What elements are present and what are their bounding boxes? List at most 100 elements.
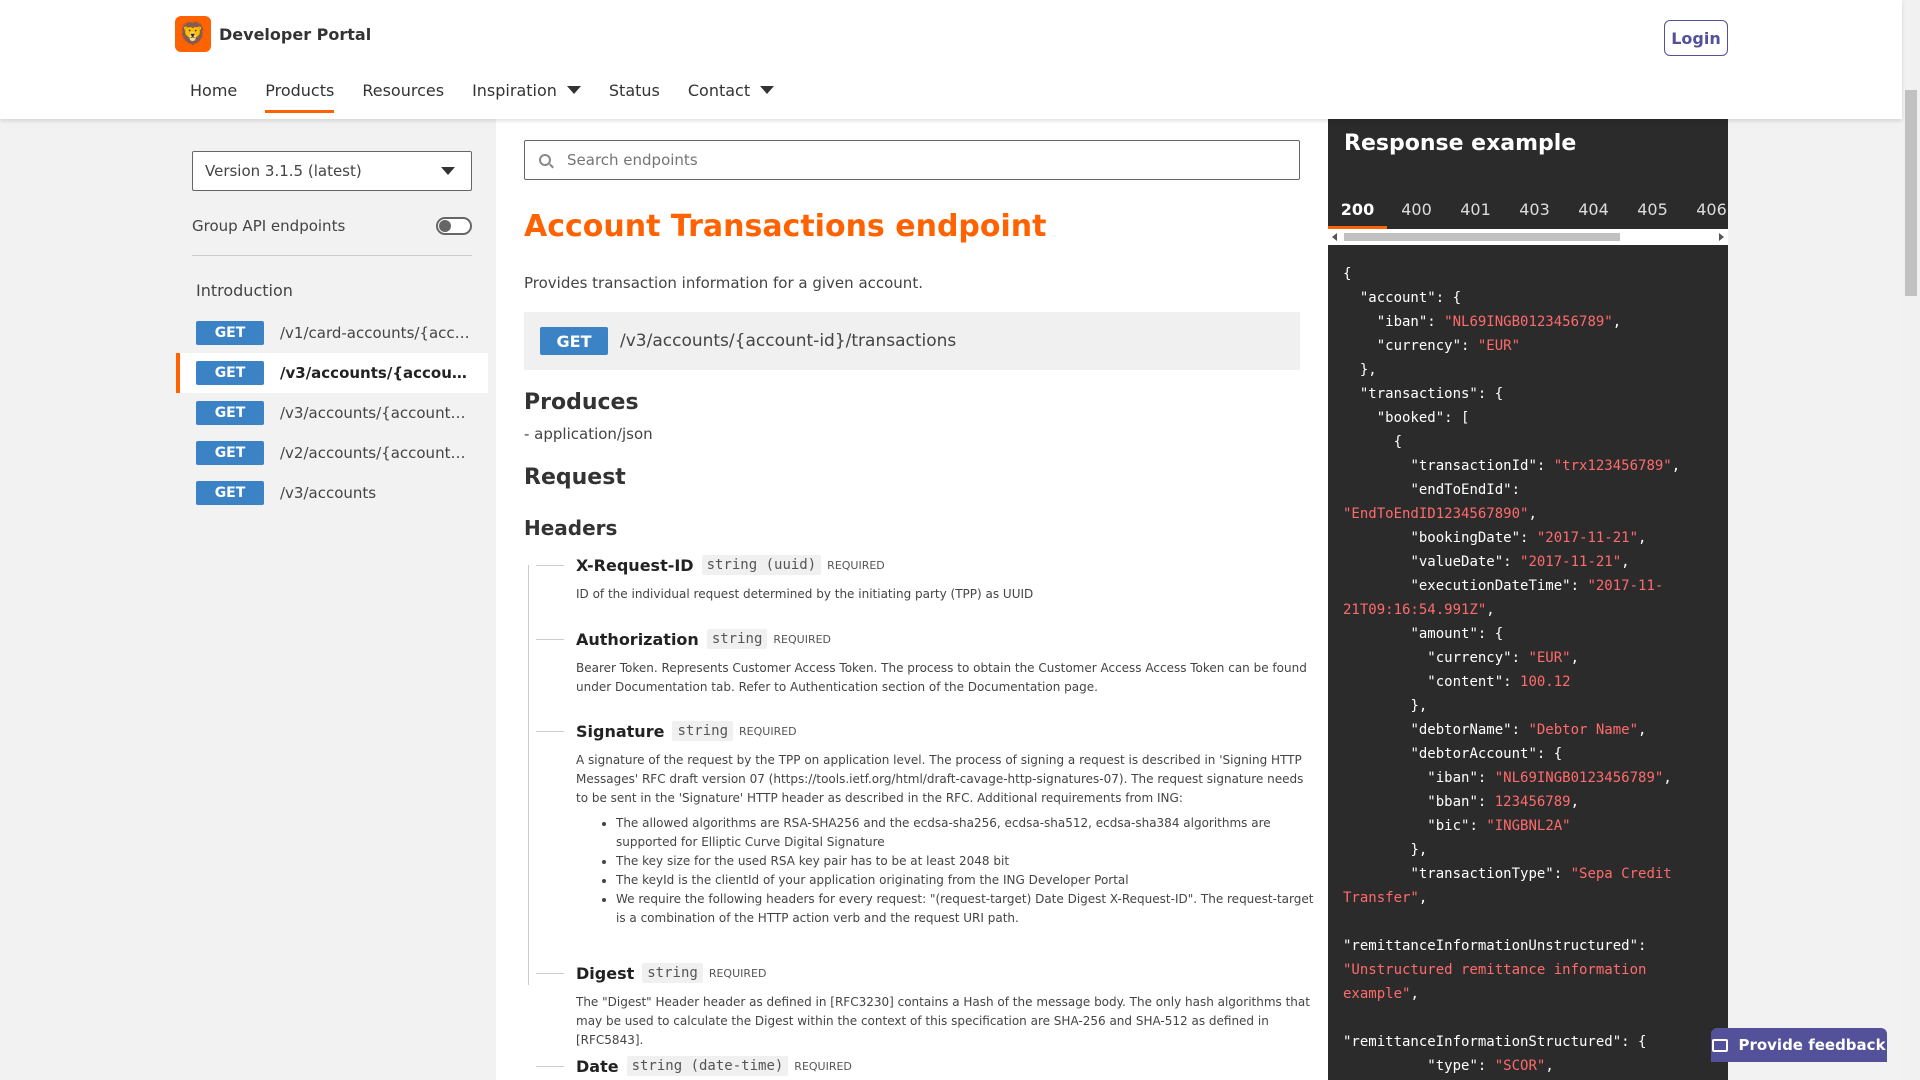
- code-key: ,: [1638, 722, 1647, 738]
- top-header: 🦁 Developer Portal Home Products Resourc…: [0, 0, 1902, 119]
- nav-products[interactable]: Products: [265, 78, 335, 113]
- code-line: "transactionType": "Sepa Credit: [1343, 862, 1723, 886]
- field-type: string: [672, 721, 734, 741]
- tab-200[interactable]: 200: [1328, 189, 1387, 229]
- tab-401[interactable]: 401: [1446, 189, 1505, 229]
- version-select[interactable]: Version 3.1.5 (latest): [192, 151, 472, 191]
- scroll-left-icon[interactable]: [1332, 233, 1337, 241]
- field-description-text: A signature of the request by the TPP on…: [576, 753, 1304, 805]
- sidebar: Version 3.1.5 (latest) Group API endpoin…: [176, 119, 496, 1080]
- code-key: ,: [1570, 794, 1580, 810]
- search-icon: [539, 154, 551, 166]
- code-key: ,: [1638, 530, 1647, 546]
- list-item: We require the following headers for eve…: [616, 890, 1316, 928]
- code-line: "bban": 123456789,: [1343, 790, 1723, 814]
- field-description: Bearer Token. Represents Customer Access…: [576, 661, 1307, 694]
- produces-heading: Produces: [524, 390, 639, 415]
- endpoint-path: /v3/accounts/{account-id}/transactions: [280, 364, 470, 382]
- caret-down-icon: [760, 86, 775, 94]
- code-line: 21T09:16:54.991Z",: [1343, 598, 1723, 622]
- nav-status[interactable]: Status: [609, 78, 660, 102]
- code-line: "executionDateTime": "2017-11-: [1343, 574, 1723, 598]
- endpoint-path: /v3/accounts/{account-id}/balances: [280, 404, 470, 422]
- code-key: "debtorName":: [1343, 722, 1529, 738]
- sidebar-divider: [192, 255, 472, 256]
- group-endpoints-toggle[interactable]: [436, 217, 472, 235]
- code-key: "transactions": {: [1343, 386, 1504, 402]
- code-line: },: [1343, 358, 1723, 382]
- tab-406[interactable]: 406: [1682, 189, 1728, 229]
- search-box[interactable]: [524, 140, 1300, 180]
- sidebar-endpoint-active[interactable]: GET /v3/accounts/{account-id}/transactio…: [176, 353, 488, 393]
- tab-400[interactable]: 400: [1387, 189, 1446, 229]
- response-title: Response example: [1344, 131, 1577, 156]
- code-value: 100.12: [1520, 674, 1571, 690]
- lion-logo-icon: 🦁: [175, 16, 211, 52]
- code-value: "EndToEndID1234567890": [1343, 506, 1529, 522]
- nav-resources-label: Resources: [362, 80, 445, 100]
- response-code: { "account": { "iban": "NL69INGB01234567…: [1343, 262, 1723, 1078]
- main-nav: Home Products Resources Inspiration Stat…: [190, 78, 802, 113]
- code-value: "2017-11-: [1587, 578, 1664, 594]
- nav-contact[interactable]: Contact: [688, 78, 775, 102]
- tab-405[interactable]: 405: [1623, 189, 1682, 229]
- code-line: "remittanceInformationUnstructured":: [1343, 934, 1723, 958]
- field-required: REQUIRED: [739, 724, 797, 738]
- code-key: },: [1343, 362, 1377, 378]
- nav-resources[interactable]: Resources: [362, 78, 444, 102]
- page-scrollbar[interactable]: [1902, 0, 1920, 1080]
- sidebar-endpoint[interactable]: GET /v1/card-accounts/{account-id}/trans…: [176, 313, 488, 353]
- code-key: "content":: [1343, 674, 1521, 690]
- tab-403[interactable]: 403: [1505, 189, 1564, 229]
- scrollbar-thumb[interactable]: [1344, 233, 1620, 241]
- code-line: "endToEndId":: [1343, 478, 1723, 502]
- page-title: Account Transactions endpoint: [524, 209, 1047, 244]
- sidebar-endpoint[interactable]: GET /v3/accounts: [176, 473, 488, 513]
- nav-inspiration[interactable]: Inspiration: [472, 78, 581, 102]
- code-line: "transactions": {: [1343, 382, 1723, 406]
- code-line: "debtorAccount": {: [1343, 742, 1723, 766]
- code-key: "iban":: [1343, 770, 1495, 786]
- code-line: "currency": "EUR",: [1343, 646, 1723, 670]
- nav-status-label: Status: [608, 80, 660, 100]
- code-value: "trx123456789": [1553, 458, 1672, 474]
- tabs-scrollbar[interactable]: [1328, 229, 1728, 245]
- code-key: {: [1343, 266, 1352, 282]
- main-content: Account Transactions endpoint Provides t…: [496, 119, 1328, 1080]
- code-line: {: [1343, 430, 1723, 454]
- sidebar-endpoint[interactable]: GET /v2/accounts/{account-id}/balances: [176, 433, 488, 473]
- code-value: "INGBNL2A": [1486, 818, 1571, 834]
- sidebar-endpoint[interactable]: GET /v3/accounts/{account-id}/balances: [176, 393, 488, 433]
- scroll-right-icon[interactable]: [1719, 233, 1724, 241]
- code-value: "NL69INGB0123456789": [1494, 770, 1664, 786]
- tab-404[interactable]: 404: [1564, 189, 1623, 229]
- feedback-label: Provide feedback: [1738, 1036, 1886, 1054]
- sidebar-item-introduction[interactable]: Introduction: [196, 281, 293, 300]
- header-field-signature: Signature string REQUIRED A signature of t…: [536, 721, 1313, 928]
- code-key: ,: [1621, 554, 1630, 570]
- code-key: "transactionType":: [1343, 866, 1571, 882]
- list-item: The allowed algorithms are RSA-SHA256 an…: [616, 814, 1316, 852]
- code-line: "booked": [: [1343, 406, 1723, 430]
- logo[interactable]: 🦁 Developer Portal: [175, 16, 371, 52]
- code-key: ,: [1663, 770, 1672, 786]
- nav-home[interactable]: Home: [190, 78, 237, 102]
- nav-products-label: Products: [265, 80, 335, 100]
- code-key: "booked": [: [1343, 410, 1470, 426]
- provide-feedback-button[interactable]: Provide feedback: [1711, 1028, 1887, 1062]
- code-key: ,: [1612, 314, 1622, 330]
- code-value: "2017-11-21": [1520, 554, 1622, 570]
- code-key: "iban":: [1343, 314, 1445, 330]
- tree-tick: [536, 730, 564, 732]
- field-type: string: [706, 629, 768, 649]
- code-line: "transactionId": "trx123456789",: [1343, 454, 1723, 478]
- tree-line: [528, 565, 529, 985]
- search-input[interactable]: [567, 151, 1167, 169]
- code-line: "content": 100.12: [1343, 670, 1723, 694]
- login-button[interactable]: Login: [1664, 20, 1728, 56]
- method-badge: GET: [196, 361, 264, 385]
- method-badge: GET: [196, 481, 264, 505]
- endpoint-path: /v3/accounts: [280, 484, 377, 502]
- page-scrollbar-thumb[interactable]: [1905, 90, 1917, 296]
- code-key: "executionDateTime":: [1343, 578, 1588, 594]
